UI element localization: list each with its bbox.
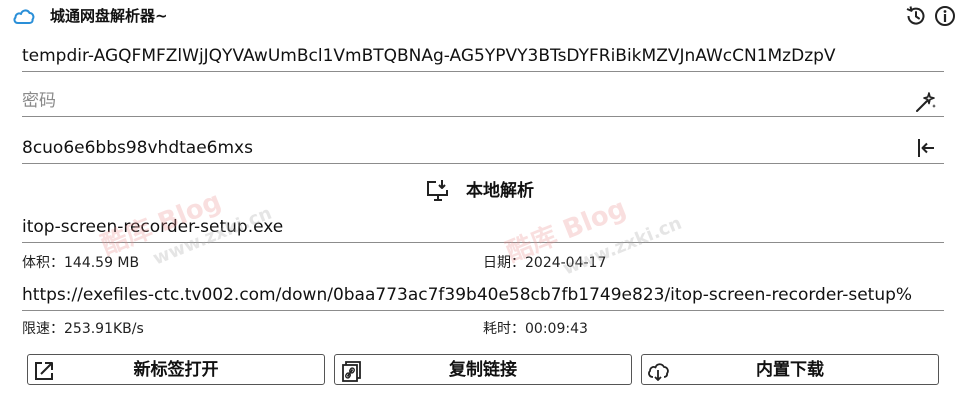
- local-parse-label: 本地解析: [466, 181, 534, 201]
- code-input[interactable]: 8cuo6e6bbs98vhdtae6mxs: [22, 137, 944, 164]
- open-new-tab-button[interactable]: 新标签打开: [27, 354, 325, 385]
- copy-link-button[interactable]: 复制链接: [334, 354, 632, 385]
- open-new-tab-label: 新标签打开: [133, 360, 219, 380]
- local-parse-button[interactable]: 本地解析: [0, 176, 965, 206]
- file-date: 日期：2024-04-17: [483, 255, 607, 271]
- download-url-value: https://exefiles-ctc.tv002.com/down/0baa…: [22, 285, 913, 305]
- speed-limit: 限速：253.91KB/s: [22, 321, 144, 337]
- password-placeholder: 密码: [22, 91, 56, 111]
- cloud-icon: [13, 9, 35, 24]
- filename-field[interactable]: itop-screen-recorder-setup.exe: [22, 216, 944, 243]
- builtin-download-label: 内置下载: [756, 360, 824, 380]
- share-url-input[interactable]: tempdir-AGQFMFZlWjJQYVAwUmBcl1VmBTQBNAg-…: [22, 45, 944, 72]
- info-icon[interactable]: [933, 4, 957, 28]
- history-icon[interactable]: [904, 4, 928, 28]
- builtin-download-button[interactable]: 内置下载: [641, 354, 939, 385]
- code-value: 8cuo6e6bbs98vhdtae6mxs: [22, 138, 253, 158]
- monitor-download-icon: [427, 180, 448, 201]
- title-bar: 城通网盘解析器~: [0, 0, 965, 32]
- file-size: 体积：144.59 MB: [22, 255, 140, 271]
- elapsed-time: 耗时：00:09:43: [483, 321, 588, 337]
- filename-value: itop-screen-recorder-setup.exe: [22, 217, 284, 237]
- login-icon[interactable]: [914, 136, 938, 160]
- magic-wand-icon[interactable]: [914, 90, 938, 114]
- app-title: 城通网盘解析器~: [50, 7, 168, 25]
- password-input[interactable]: 密码: [22, 90, 944, 117]
- copy-link-label: 复制链接: [449, 360, 517, 380]
- download-url-field[interactable]: https://exefiles-ctc.tv002.com/down/0baa…: [22, 284, 944, 311]
- share-url-value: tempdir-AGQFMFZlWjJQYVAwUmBcl1VmBTQBNAg-…: [22, 46, 836, 66]
